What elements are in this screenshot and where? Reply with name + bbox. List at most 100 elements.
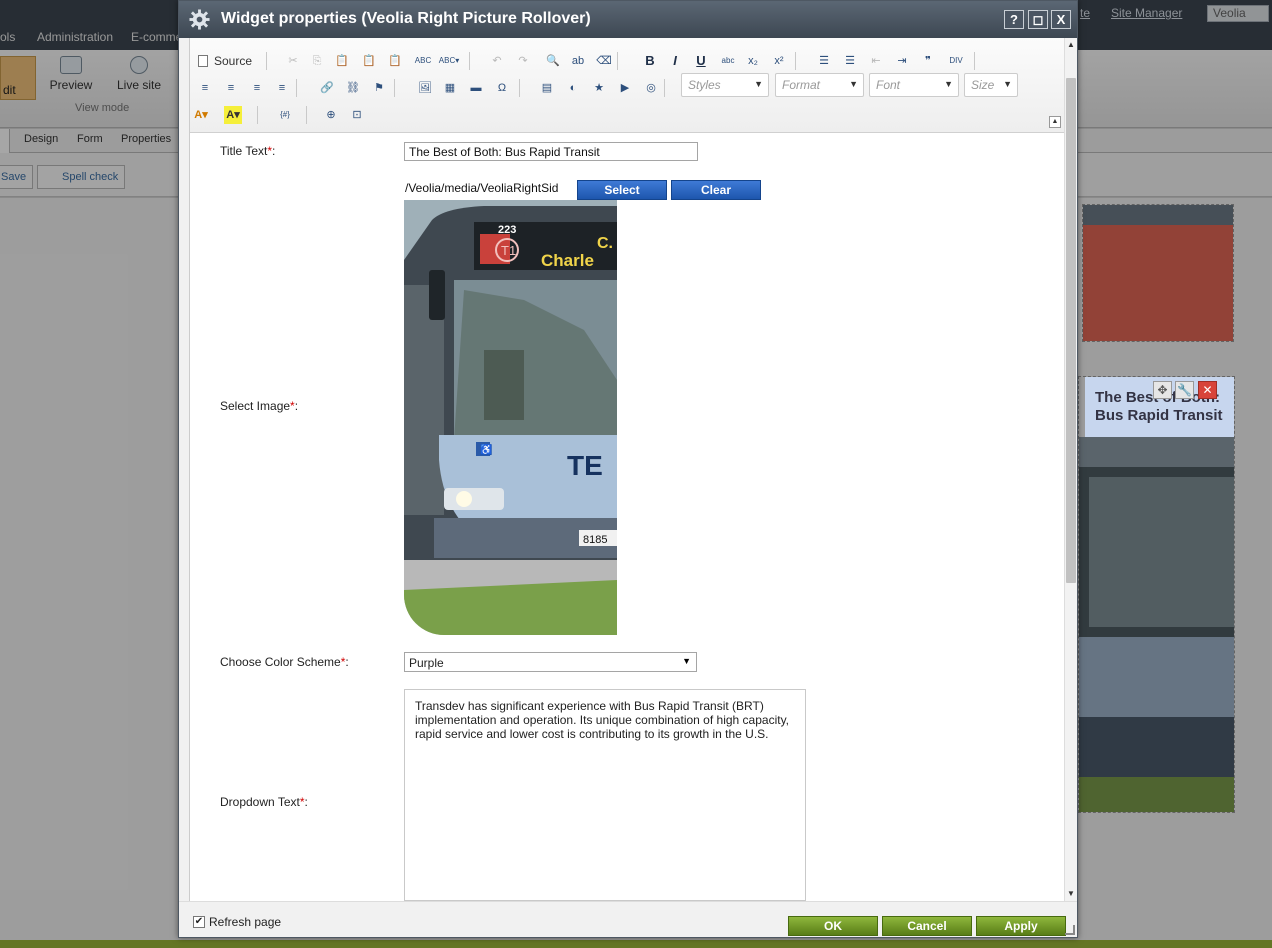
- smiley-icon[interactable]: ★: [590, 79, 608, 97]
- outdent-icon[interactable]: ⇤: [867, 52, 885, 70]
- resize-grip-icon[interactable]: [1065, 925, 1075, 935]
- move-icon[interactable]: ✥: [1153, 381, 1172, 399]
- table-icon[interactable]: ▦: [441, 79, 459, 97]
- scroll-up-arrow-icon[interactable]: ▲: [1065, 38, 1077, 52]
- align-left-icon[interactable]: ≡: [196, 79, 214, 97]
- refresh-page-label: Refresh page: [209, 915, 282, 929]
- maximize-button[interactable]: ◻: [1028, 10, 1048, 29]
- align-center-icon[interactable]: ≡: [222, 79, 240, 97]
- dropdown-text-editor[interactable]: Transdev has significant experience with…: [404, 689, 806, 901]
- select-image-label: Select Image*:: [220, 399, 299, 413]
- title-text-label: Title Text*:: [220, 144, 276, 158]
- dialog-titlebar: Widget properties (Veolia Right Picture …: [179, 1, 1077, 38]
- blockquote-icon[interactable]: ❞: [919, 52, 937, 70]
- font-combo[interactable]: Font ▼: [869, 73, 959, 97]
- horizontal-line-icon[interactable]: ▬: [467, 79, 485, 97]
- chevron-down-icon: ▼: [944, 79, 953, 89]
- widget-properties-dialog: Widget properties (Veolia Right Picture …: [178, 0, 1078, 938]
- scroll-down-arrow-icon[interactable]: ▼: [1065, 887, 1077, 901]
- cancel-button[interactable]: Cancel: [882, 916, 972, 936]
- insert-image-icon[interactable]: 🖼: [416, 79, 434, 97]
- inline-widget-icon[interactable]: ▤: [538, 79, 556, 97]
- bold-icon[interactable]: B: [641, 52, 659, 70]
- title-text-input[interactable]: The Best of Both: Bus Rapid Transit: [404, 142, 698, 161]
- bulleted-list-icon[interactable]: ☰: [841, 52, 859, 70]
- font-placeholder: Font: [876, 78, 901, 92]
- text-color-icon[interactable]: A▾: [192, 106, 210, 124]
- license-plate: 8185: [583, 534, 607, 546]
- toolbar-separator: [469, 52, 470, 70]
- chevron-down-icon: ▼: [754, 79, 763, 89]
- subscript-icon[interactable]: x₂: [744, 52, 762, 70]
- paste-text-icon[interactable]: 📋: [360, 52, 378, 70]
- dialog-footer: ✔ Refresh page OK Cancel Apply: [179, 901, 1077, 937]
- toolbar-separator: [296, 79, 297, 97]
- route-number: 223: [498, 224, 516, 236]
- spellcheck-icon[interactable]: ABC: [412, 52, 434, 70]
- toolbar-collapse-button[interactable]: ▲: [1049, 116, 1061, 128]
- cut-icon[interactable]: ✂: [284, 52, 302, 70]
- dropdown-text-label: Dropdown Text*:: [220, 795, 308, 809]
- styles-combo[interactable]: Styles ▼: [681, 73, 769, 97]
- chevron-down-icon: ▼: [849, 79, 858, 89]
- background-color-icon[interactable]: A▾: [224, 106, 242, 124]
- dialog-content: Source ✂ ⎘ 📋 📋 📋 ABC ABC▾ ↶ ↷ 🔍 ab ⌫ B I Uabc x₂ x² ☰ ☰ ⇤ ⇥ ❞…: [189, 38, 1064, 901]
- accessibility-icon: ♿: [480, 443, 492, 456]
- youtube-icon[interactable]: ▶: [616, 79, 634, 97]
- remove-format-icon[interactable]: ⌫: [595, 52, 613, 70]
- unlink-icon[interactable]: ⛓: [344, 79, 362, 97]
- italic-icon[interactable]: I: [666, 52, 684, 70]
- wrench-icon[interactable]: 🔧: [1175, 381, 1194, 399]
- justify-icon[interactable]: ≡: [273, 79, 291, 97]
- color-scheme-select[interactable]: Purple ▼: [404, 652, 697, 672]
- select-image-button[interactable]: Select: [577, 180, 667, 200]
- scrollbar-thumb[interactable]: [1066, 78, 1076, 583]
- toolbar-separator: [394, 79, 395, 97]
- anchor-icon[interactable]: ⚑: [370, 79, 388, 97]
- undo-icon[interactable]: ↶: [488, 52, 506, 70]
- strikethrough-icon[interactable]: abc: [717, 52, 739, 70]
- dialog-scrollbar[interactable]: ▲ ▼: [1064, 38, 1077, 901]
- find-icon[interactable]: 🔍: [544, 52, 562, 70]
- replace-icon[interactable]: ab: [569, 52, 587, 70]
- paste-icon[interactable]: 📋: [333, 52, 351, 70]
- close-icon[interactable]: ✕: [1198, 381, 1217, 399]
- superscript-icon[interactable]: x²: [770, 52, 788, 70]
- apply-button[interactable]: Apply: [976, 916, 1066, 936]
- route-badge: T1: [501, 243, 516, 258]
- div-icon[interactable]: DIV: [945, 52, 967, 70]
- copy-icon[interactable]: ⎘: [308, 52, 326, 70]
- close-button[interactable]: X: [1051, 10, 1071, 29]
- source-label: Source: [214, 54, 253, 68]
- align-right-icon[interactable]: ≡: [248, 79, 266, 97]
- ok-button[interactable]: OK: [788, 916, 878, 936]
- redo-icon[interactable]: ↷: [514, 52, 532, 70]
- toolbar-separator: [795, 52, 796, 70]
- bus-image: T1 223 C. Charle ♿ TE 8185: [404, 200, 617, 635]
- clear-image-button[interactable]: Clear: [671, 180, 761, 200]
- indent-icon[interactable]: ⇥: [893, 52, 911, 70]
- insert-macro-icon[interactable]: {#}: [274, 106, 296, 124]
- image-path-input[interactable]: /Veolia/media/VeoliaRightSid: [404, 179, 576, 198]
- size-combo[interactable]: Size ▼: [964, 73, 1018, 97]
- toolbar-separator: [519, 79, 520, 97]
- source-doc-icon: [198, 55, 208, 67]
- show-blocks-icon[interactable]: ⊡: [348, 106, 366, 124]
- help-button[interactable]: ?: [1004, 10, 1024, 29]
- toolbar-separator: [266, 52, 267, 70]
- paste-word-icon[interactable]: 📋: [386, 52, 404, 70]
- destination-top: C.: [597, 235, 613, 252]
- destination-text: Charle: [541, 251, 594, 270]
- source-button[interactable]: Source: [198, 52, 252, 70]
- spellcheck-as-you-type-icon[interactable]: ABC▾: [438, 52, 460, 70]
- underline-icon[interactable]: U: [692, 52, 710, 70]
- numbered-list-icon[interactable]: ☰: [815, 52, 833, 70]
- maximize-icon[interactable]: ⊕: [322, 106, 340, 124]
- media-icon[interactable]: ◎: [642, 79, 660, 97]
- gear-icon: [189, 9, 210, 30]
- refresh-page-checkbox[interactable]: ✔: [193, 916, 205, 928]
- format-combo[interactable]: Format ▼: [775, 73, 864, 97]
- insert-link-icon[interactable]: 🔗: [318, 79, 336, 97]
- macro-icon[interactable]: ◐: [564, 79, 582, 97]
- special-char-icon[interactable]: Ω: [493, 79, 511, 97]
